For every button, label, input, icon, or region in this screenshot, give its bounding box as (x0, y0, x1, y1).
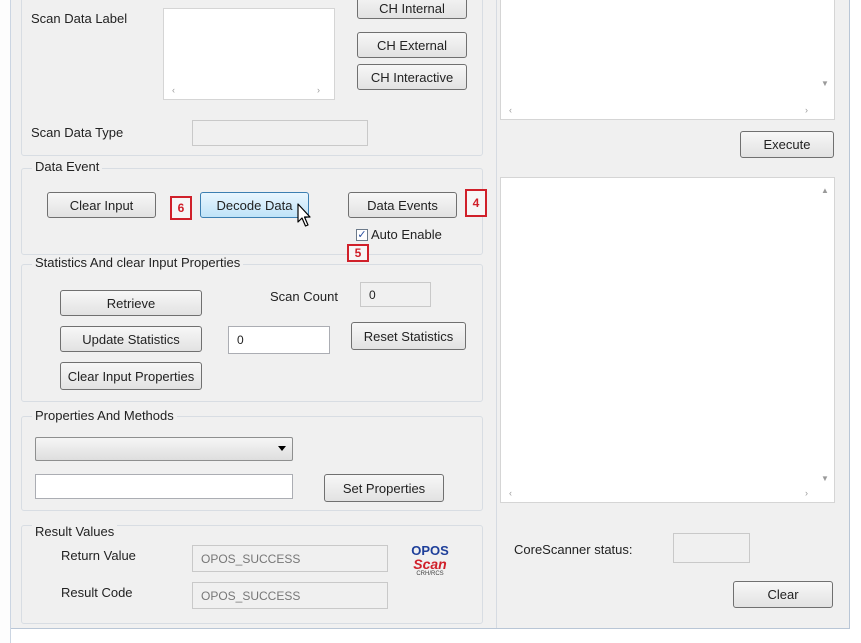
result-code-field: OPOS_SUCCESS (192, 582, 388, 609)
update-statistics-input[interactable]: 0 (228, 326, 330, 354)
chevron-down-icon[interactable] (278, 446, 286, 451)
decode-data-button[interactable]: Decode Data (200, 192, 309, 218)
marker-4: 4 (465, 189, 487, 217)
data-events-button[interactable]: Data Events (348, 192, 457, 218)
corescanner-status-field (673, 533, 750, 563)
scan-count-label: Scan Count (270, 289, 338, 304)
scroll-down-icon[interactable]: ▼ (821, 79, 829, 88)
command-list-hscroll[interactable]: ‹ › (501, 102, 834, 119)
mouse-cursor-icon (297, 203, 313, 229)
scan-data-type-field[interactable] (192, 120, 368, 146)
logo-line-2: Scan (413, 556, 447, 572)
properties-value-input[interactable] (35, 474, 293, 499)
auto-enable-label[interactable]: Auto Enable (371, 227, 442, 242)
scan-data-type-label: Scan Data Type (31, 125, 124, 140)
retrieve-button[interactable]: Retrieve (60, 290, 202, 316)
scroll-right-icon[interactable]: › (805, 488, 808, 498)
opos-scan-logo: OPOS Scan CRH/RCS (405, 544, 455, 577)
update-statistics-button[interactable]: Update Statistics (60, 326, 202, 352)
scan-data-label-box[interactable]: ‹ › (163, 8, 335, 100)
corescanner-status-label: CoreScanner status: (514, 542, 633, 557)
scroll-right-icon[interactable]: › (805, 105, 808, 115)
scroll-left-icon[interactable]: ‹ (509, 105, 512, 115)
ch-interactive-button[interactable]: CH Interactive (357, 64, 467, 90)
scan-data-hscroll[interactable]: ‹ › (164, 82, 334, 99)
return-value-label: Return Value (61, 548, 136, 563)
ch-internal-button[interactable]: CH Internal (357, 0, 467, 19)
clear-button[interactable]: Clear (733, 581, 833, 608)
clear-input-properties-button[interactable]: Clear Input Properties (60, 362, 202, 390)
data-event-title: Data Event (32, 159, 103, 174)
statistics-title: Statistics And clear Input Properties (32, 255, 244, 270)
set-properties-button[interactable]: Set Properties (324, 474, 444, 502)
result-code-label: Result Code (61, 585, 133, 600)
event-log-hscroll[interactable]: ‹ › (501, 485, 834, 502)
properties-title: Properties And Methods (32, 408, 177, 423)
marker-6: 6 (170, 196, 192, 220)
command-list-vscroll[interactable]: ▼ (817, 0, 834, 102)
scan-data-label: Scan Data Label (31, 11, 128, 26)
event-log-box[interactable]: ▲ ▼ ‹ › (500, 177, 835, 503)
command-list[interactable]: ▼ ‹ › (500, 0, 835, 120)
auto-enable-checkbox[interactable]: ✓ (356, 229, 368, 241)
ch-external-button[interactable]: CH External (357, 32, 467, 58)
panel-divider (496, 0, 497, 628)
scroll-up-icon[interactable]: ▲ (821, 186, 829, 195)
scroll-left-icon[interactable]: ‹ (172, 85, 175, 95)
properties-dropdown[interactable] (35, 437, 293, 461)
marker-5: 5 (347, 244, 369, 262)
execute-button[interactable]: Execute (740, 131, 834, 158)
left-frame-edge (0, 0, 11, 643)
result-values-title: Result Values (32, 524, 118, 539)
return-value-field: OPOS_SUCCESS (192, 545, 388, 572)
reset-statistics-button[interactable]: Reset Statistics (351, 322, 466, 350)
event-log-vscroll[interactable]: ▲ ▼ (817, 178, 834, 486)
scroll-down-icon[interactable]: ▼ (821, 474, 829, 483)
scroll-left-icon[interactable]: ‹ (509, 488, 512, 498)
scan-count-field: 0 (360, 282, 431, 307)
scroll-right-icon[interactable]: › (317, 85, 320, 95)
checkmark-icon: ✓ (357, 229, 367, 241)
clear-input-button[interactable]: Clear Input (47, 192, 156, 218)
